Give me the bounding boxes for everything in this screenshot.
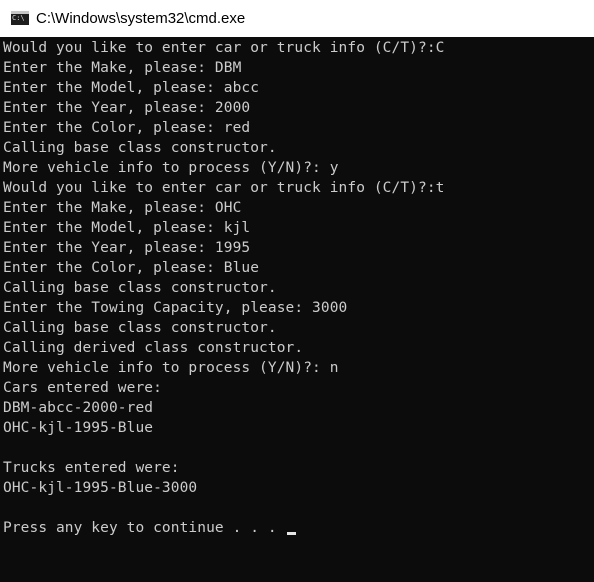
console-icon[interactable]: C:\: [11, 11, 29, 25]
console-line-text: Calling base class constructor.: [3, 140, 277, 156]
console-line-text: Enter the Make, please: DBM: [3, 60, 242, 76]
console-icon-glyph: C:\: [12, 14, 25, 22]
console-line-text: Calling derived class constructor.: [3, 340, 304, 356]
console-line-text: Enter the Towing Capacity, please: 3000: [3, 300, 348, 316]
console-line: Calling base class constructor.: [3, 138, 445, 158]
console-line: Would you like to enter car or truck inf…: [3, 178, 445, 198]
console-line: Enter the Make, please: DBM: [3, 58, 445, 78]
console-line: More vehicle info to process (Y/N)?: n: [3, 358, 445, 378]
console-line-text: Enter the Model, please: kjl: [3, 220, 251, 236]
console-line: DBM-abcc-2000-red: [3, 398, 445, 418]
console-line: Enter the Make, please: OHC: [3, 198, 445, 218]
console-line-text: Would you like to enter car or truck inf…: [3, 40, 445, 56]
console-line-text: Enter the Year, please: 2000: [3, 100, 251, 116]
console-line-text: Calling base class constructor.: [3, 320, 277, 336]
console-line-text: Enter the Color, please: red: [3, 120, 251, 136]
console-line-text: Enter the Year, please: 1995: [3, 240, 251, 256]
console-line-text: Enter the Make, please: OHC: [3, 200, 242, 216]
console-line-text: Cars entered were:: [3, 380, 162, 396]
console-line: Cars entered were:: [3, 378, 445, 398]
console-line-text: Trucks entered were:: [3, 460, 180, 476]
console-line: Enter the Year, please: 2000: [3, 98, 445, 118]
console-line: OHC-kjl-1995-Blue: [3, 418, 445, 438]
console-line: Enter the Color, please: Blue: [3, 258, 445, 278]
console-line: Trucks entered were:: [3, 458, 445, 478]
console-line-text: Enter the Color, please: Blue: [3, 260, 260, 276]
window-title: C:\Windows\system32\cmd.exe: [36, 10, 246, 27]
console-output[interactable]: Would you like to enter car or truck inf…: [0, 37, 594, 582]
console-line-text: Press any key to continue . . .: [3, 520, 286, 536]
console-line: Press any key to continue . . .: [3, 518, 445, 538]
console-line: Calling base class constructor.: [3, 318, 445, 338]
console-line-text: More vehicle info to process (Y/N)?: n: [3, 360, 339, 376]
console-line: Calling base class constructor.: [3, 278, 445, 298]
console-line: OHC-kjl-1995-Blue-3000: [3, 478, 445, 498]
console-line: Enter the Year, please: 1995: [3, 238, 445, 258]
console-line-text: OHC-kjl-1995-Blue: [3, 420, 154, 436]
cmd-window: C:\ C:\Windows\system32\cmd.exe Would yo…: [0, 0, 594, 582]
console-line: Enter the Model, please: abcc: [3, 78, 445, 98]
console-lines: Would you like to enter car or truck inf…: [3, 38, 445, 538]
title-bar[interactable]: C:\ C:\Windows\system32\cmd.exe: [0, 0, 594, 37]
console-line-text: Calling base class constructor.: [3, 280, 277, 296]
console-line: Enter the Towing Capacity, please: 3000: [3, 298, 445, 318]
console-line: Would you like to enter car or truck inf…: [3, 38, 445, 58]
console-line: Calling derived class constructor.: [3, 338, 445, 358]
console-line: More vehicle info to process (Y/N)?: y: [3, 158, 445, 178]
console-line-text: OHC-kjl-1995-Blue-3000: [3, 480, 198, 496]
console-line-text: Would you like to enter car or truck inf…: [3, 180, 445, 196]
console-line: Enter the Color, please: red: [3, 118, 445, 138]
console-line-text: More vehicle info to process (Y/N)?: y: [3, 160, 339, 176]
console-line-text: Enter the Model, please: abcc: [3, 80, 260, 96]
console-line-text: DBM-abcc-2000-red: [3, 400, 154, 416]
text-cursor: [286, 532, 296, 535]
console-line: Enter the Model, please: kjl: [3, 218, 445, 238]
